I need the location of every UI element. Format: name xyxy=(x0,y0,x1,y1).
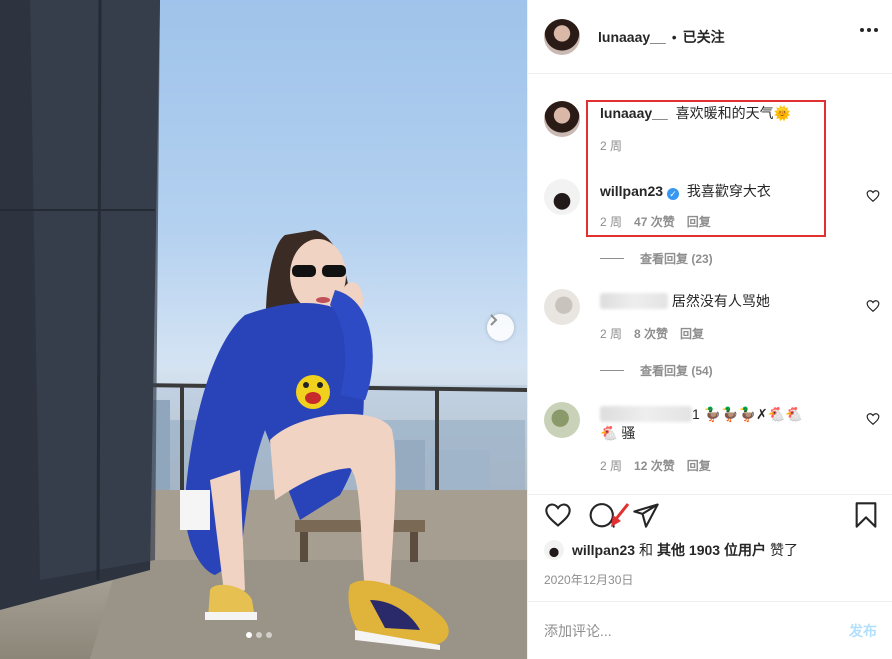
post-header: lunaaay__ • 已关注 xyxy=(528,0,892,74)
likes-summary: willpan23 和 其他 1903 位用户 赞了 xyxy=(544,540,798,560)
likes-suffix: 赞了 xyxy=(769,542,798,558)
post-side-panel: lunaaay__ • 已关注 lunaaay__ 喜欢暖和的天气🌞 2 周 w… xyxy=(527,0,892,659)
comment-time[interactable]: 2 周 xyxy=(600,213,622,230)
comments-list: lunaaay__ 喜欢暖和的天气🌞 2 周 willpan23 ✓ 我喜歡穿大衣… xyxy=(528,75,892,493)
comment-text: 喜欢暖和的天气 xyxy=(675,105,774,121)
rooster-emoji: 🐔 xyxy=(600,426,618,442)
reply-button[interactable]: 回复 xyxy=(687,213,711,230)
comment-text: 骚 xyxy=(621,425,636,441)
header-separator: • xyxy=(671,28,677,45)
comment-time[interactable]: 2 周 xyxy=(600,457,622,474)
red-arrow-annotation xyxy=(611,503,630,527)
sun-emoji: 🌞 xyxy=(773,106,792,122)
heart-icon[interactable] xyxy=(866,299,880,313)
reply-button[interactable]: 回复 xyxy=(680,325,704,342)
verified-badge-icon: ✓ xyxy=(667,188,680,200)
likes-and: 和 xyxy=(639,542,654,558)
view-replies-button[interactable]: 查看回复 (23) xyxy=(600,250,713,267)
carousel-dots xyxy=(246,632,272,638)
comment-likes[interactable]: 8 次赞 xyxy=(634,325,668,342)
carousel-dot xyxy=(246,632,252,638)
likes-others-link[interactable]: 其他 1903 位用户 xyxy=(657,540,766,560)
photo-illustration xyxy=(0,0,527,659)
avatar[interactable] xyxy=(544,402,580,438)
comment-username[interactable]: lunaaay__ xyxy=(600,105,668,121)
carousel-dot xyxy=(256,632,262,638)
comment-time[interactable]: 2 周 xyxy=(600,137,622,154)
comment-text: 居然没有人骂她 xyxy=(671,293,770,309)
add-comment-bar: 发布 xyxy=(528,601,892,659)
comment-likes[interactable]: 12 次赞 xyxy=(634,457,675,474)
post-photo[interactable] xyxy=(0,0,527,659)
blurred-username xyxy=(600,293,668,309)
comment-text: 我喜歡穿大衣 xyxy=(686,183,771,199)
comment-username[interactable]: willpan23 xyxy=(600,183,663,199)
comment-input[interactable] xyxy=(544,622,849,639)
header-username[interactable]: lunaaay__ xyxy=(598,29,666,45)
more-icon xyxy=(860,28,864,32)
avatar[interactable] xyxy=(544,179,580,215)
avatar[interactable] xyxy=(544,101,580,137)
view-replies-button[interactable]: 查看回复 (54) xyxy=(600,362,713,379)
avatar[interactable] xyxy=(544,289,580,325)
post-button[interactable]: 发布 xyxy=(849,621,877,641)
avatar[interactable] xyxy=(544,540,564,560)
comment-likes[interactable]: 47 次赞 xyxy=(634,213,675,230)
comment-time[interactable]: 2 周 xyxy=(600,325,622,342)
avatar[interactable] xyxy=(544,18,580,55)
blurred-username xyxy=(600,406,692,422)
post-date[interactable]: 2020年12月30日 xyxy=(544,571,633,588)
share-icon[interactable] xyxy=(632,501,660,529)
carousel-dot xyxy=(266,632,272,638)
reply-button[interactable]: 回复 xyxy=(687,457,711,474)
bookmark-icon[interactable] xyxy=(852,501,880,529)
next-photo-button[interactable] xyxy=(487,314,514,341)
heart-icon[interactable] xyxy=(866,412,880,426)
likes-user[interactable]: willpan23 xyxy=(572,542,635,558)
action-bar xyxy=(528,494,892,538)
more-options-button[interactable] xyxy=(860,28,878,32)
follow-status-button[interactable]: 已关注 xyxy=(683,27,725,47)
heart-icon[interactable] xyxy=(866,189,880,203)
heart-icon[interactable] xyxy=(544,501,572,529)
emoji-line: 🦆🦆🦆✗🐔🐔 xyxy=(703,407,803,423)
chevron-right-icon xyxy=(490,314,498,326)
